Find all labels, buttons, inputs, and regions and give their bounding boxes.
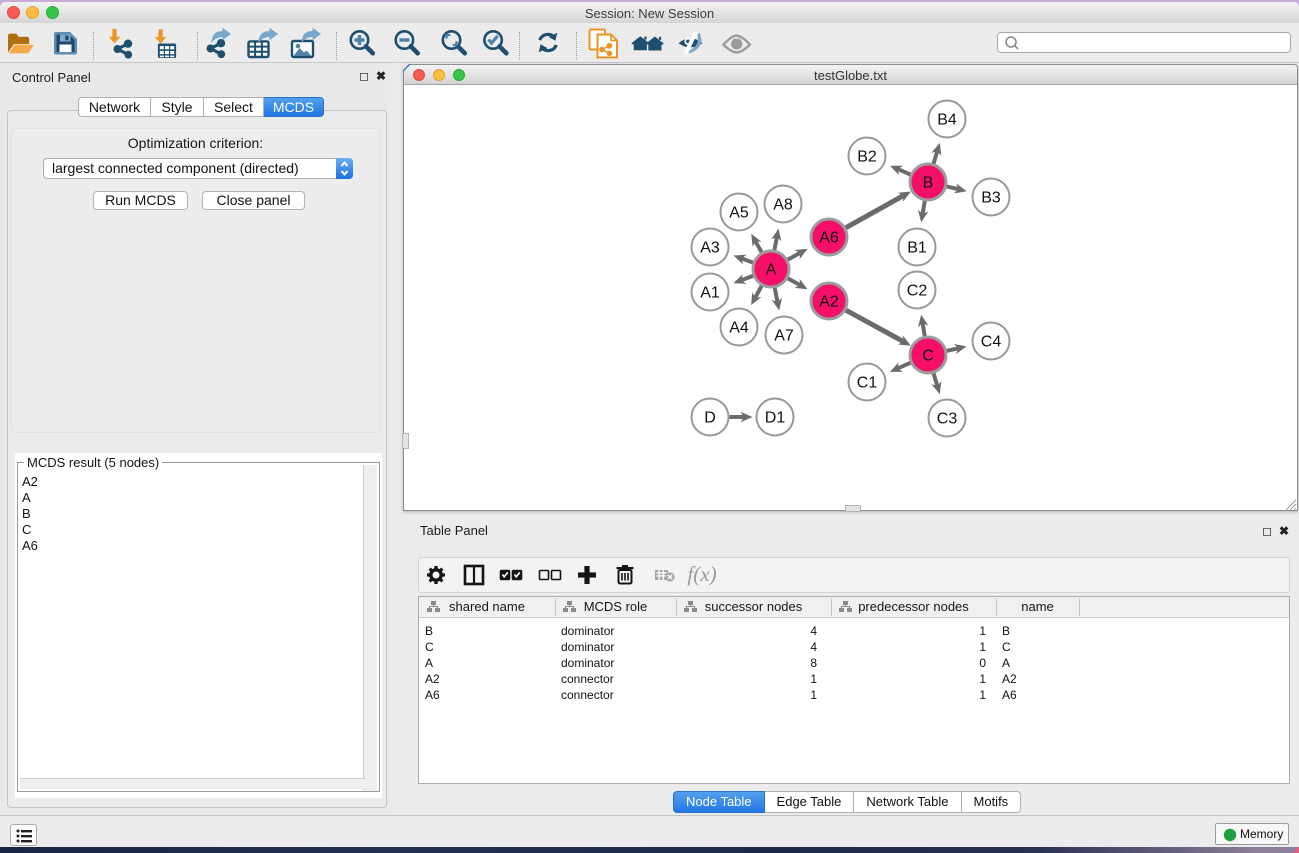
svg-text:f(x): f(x) [687,562,716,586]
